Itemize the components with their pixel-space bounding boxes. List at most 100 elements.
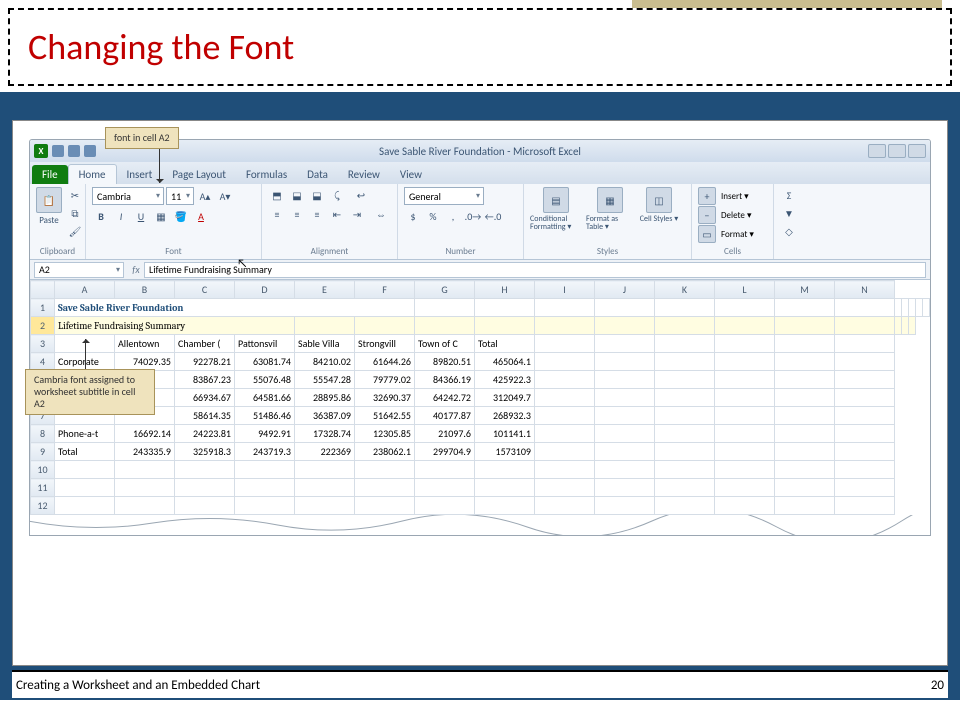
cell[interactable] xyxy=(775,389,835,407)
worksheet-grid[interactable]: ABCDEFGHIJKLMN1Save Sable River Foundati… xyxy=(30,280,930,515)
maximize-button[interactable] xyxy=(888,144,906,158)
tab-review[interactable]: Review xyxy=(338,165,390,184)
conditional-formatting-button[interactable]: ▤ Conditional Formatting ▾ xyxy=(530,187,582,231)
col-header[interactable]: D xyxy=(235,281,295,299)
col-header[interactable]: G xyxy=(415,281,475,299)
cell[interactable] xyxy=(535,443,595,461)
cell[interactable] xyxy=(902,299,909,317)
cell[interactable] xyxy=(535,407,595,425)
cell[interactable]: Sable Villa xyxy=(295,335,355,353)
cell[interactable]: 40177.87 xyxy=(415,407,475,425)
insert-cells-button[interactable]: +Insert ▾ xyxy=(698,187,749,205)
cell[interactable] xyxy=(655,353,715,371)
cell[interactable] xyxy=(55,461,115,479)
cell[interactable] xyxy=(775,425,835,443)
cell[interactable] xyxy=(115,461,175,479)
row-header[interactable]: 10 xyxy=(31,461,55,479)
cell[interactable] xyxy=(835,407,895,425)
cell[interactable] xyxy=(775,353,835,371)
cell[interactable]: 268932.3 xyxy=(475,407,535,425)
cell[interactable]: 55547.28 xyxy=(295,371,355,389)
cell[interactable]: 312049.7 xyxy=(475,389,535,407)
cell[interactable]: 24223.81 xyxy=(175,425,235,443)
cell[interactable] xyxy=(535,497,595,515)
cell[interactable]: 51486.46 xyxy=(235,407,295,425)
cell[interactable]: 299704.9 xyxy=(415,443,475,461)
cell[interactable]: Chamber ( xyxy=(175,335,235,353)
row-header[interactable]: 2 xyxy=(31,317,55,335)
cell[interactable]: Allentown xyxy=(115,335,175,353)
cell[interactable] xyxy=(715,443,775,461)
qat-redo-icon[interactable] xyxy=(84,145,96,157)
cell[interactable] xyxy=(655,425,715,443)
cell[interactable] xyxy=(715,479,775,497)
cell[interactable]: 465064.1 xyxy=(475,353,535,371)
cell[interactable]: Town of C xyxy=(415,335,475,353)
cell[interactable] xyxy=(595,389,655,407)
copy-icon[interactable]: ⧉ xyxy=(66,205,84,221)
percent-icon[interactable]: % xyxy=(424,208,442,224)
cell[interactable]: Total xyxy=(55,443,115,461)
paste-button[interactable]: 📋 Paste xyxy=(36,187,62,226)
cell[interactable] xyxy=(595,461,655,479)
cell[interactable] xyxy=(835,353,895,371)
col-header[interactable]: B xyxy=(115,281,175,299)
cell[interactable]: Strongvill xyxy=(355,335,415,353)
cell[interactable]: 21097.6 xyxy=(415,425,475,443)
cell[interactable]: 425922.3 xyxy=(475,371,535,389)
row-header[interactable]: 8 xyxy=(31,425,55,443)
cell[interactable] xyxy=(835,371,895,389)
cell[interactable] xyxy=(655,443,715,461)
cell[interactable] xyxy=(55,497,115,515)
italic-button[interactable]: I xyxy=(112,208,130,224)
cell[interactable]: 16692.14 xyxy=(115,425,175,443)
cell[interactable]: 51642.55 xyxy=(355,407,415,425)
cell[interactable]: 63081.74 xyxy=(235,353,295,371)
cell[interactable] xyxy=(909,317,916,335)
cell-styles-button[interactable]: ◫ Cell Styles ▾ xyxy=(638,187,680,223)
name-box[interactable]: A2 xyxy=(34,262,124,278)
cell[interactable]: 325918.3 xyxy=(175,443,235,461)
border-icon[interactable]: ▦ xyxy=(152,208,170,224)
format-as-table-button[interactable]: ▦ Format as Table ▾ xyxy=(586,187,634,231)
autosum-icon[interactable]: Σ xyxy=(780,187,798,203)
decrease-indent-icon[interactable]: ⇤ xyxy=(328,206,346,222)
cell[interactable]: 84210.02 xyxy=(295,353,355,371)
cell[interactable] xyxy=(535,353,595,371)
close-button[interactable] xyxy=(908,144,926,158)
cell[interactable] xyxy=(355,497,415,515)
cell[interactable]: 238062.1 xyxy=(355,443,415,461)
number-format-combo[interactable]: General xyxy=(404,187,484,205)
cell[interactable] xyxy=(902,317,909,335)
row-header[interactable]: 11 xyxy=(31,479,55,497)
cell[interactable] xyxy=(835,497,895,515)
cell[interactable] xyxy=(355,479,415,497)
cell[interactable]: 61644.26 xyxy=(355,353,415,371)
cell[interactable]: 1573109 xyxy=(475,443,535,461)
cell[interactable] xyxy=(655,389,715,407)
cell[interactable] xyxy=(775,461,835,479)
font-name-combo[interactable]: Cambria xyxy=(92,187,164,205)
cut-icon[interactable]: ✂ xyxy=(66,187,84,203)
cell[interactable] xyxy=(715,407,775,425)
align-top-icon[interactable]: ⬒ xyxy=(268,187,286,203)
cell[interactable] xyxy=(655,407,715,425)
cell[interactable] xyxy=(295,497,355,515)
cell[interactable] xyxy=(715,389,775,407)
col-header[interactable]: F xyxy=(355,281,415,299)
cell[interactable] xyxy=(715,497,775,515)
cell[interactable] xyxy=(655,371,715,389)
cell[interactable] xyxy=(535,371,595,389)
cell[interactable] xyxy=(595,407,655,425)
cell[interactable]: 64581.66 xyxy=(235,389,295,407)
col-header[interactable]: L xyxy=(715,281,775,299)
cell[interactable] xyxy=(909,299,916,317)
cell[interactable] xyxy=(775,371,835,389)
cell[interactable] xyxy=(175,479,235,497)
cell[interactable] xyxy=(415,479,475,497)
cell[interactable] xyxy=(475,479,535,497)
cell[interactable]: 32690.37 xyxy=(355,389,415,407)
cell[interactable] xyxy=(595,353,655,371)
col-header[interactable]: C xyxy=(175,281,235,299)
cell[interactable]: 74029.35 xyxy=(115,353,175,371)
